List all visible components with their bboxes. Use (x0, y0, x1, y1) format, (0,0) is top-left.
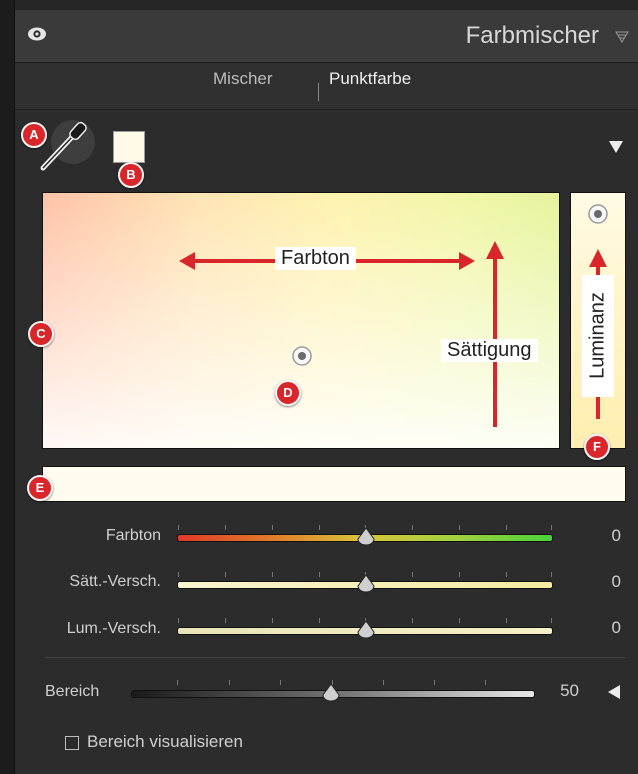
hue-value: 0 (611, 526, 621, 545)
target-point-handle[interactable] (291, 345, 313, 372)
color-mixer-panel: Farbmischer Mischer Punktfarbe A B Farbt… (14, 0, 638, 774)
tab-separator (318, 83, 319, 101)
saturation-shift-label: Sätt.-Versch. (69, 573, 161, 590)
section-divider (45, 657, 625, 658)
panel-title: Farbmischer (465, 22, 599, 49)
badge-c: C (28, 321, 54, 347)
luminance-annotation: Luminanz (586, 292, 609, 379)
luminance-annotation-box: Luminanz (582, 275, 614, 397)
luminance-handle[interactable] (587, 203, 609, 230)
visualize-range-label[interactable]: Bereich visualisieren (87, 732, 243, 752)
range-value: 50 (560, 681, 579, 700)
luminance-shift-value: 0 (611, 618, 621, 637)
range-expand-icon[interactable] (607, 684, 621, 705)
saturation-shift-value: 0 (611, 572, 621, 591)
eye-icon[interactable] (27, 26, 47, 47)
saturation-arrow (486, 241, 504, 427)
panel-header[interactable]: Farbmischer (15, 10, 638, 63)
badge-d: D (275, 380, 301, 406)
collapse-triangle-icon[interactable] (608, 140, 624, 159)
hue-slider-label: Farbton (105, 527, 161, 544)
tab-punktfarbe[interactable]: Punktfarbe (329, 69, 411, 89)
luminance-strip[interactable]: Luminanz (570, 192, 626, 449)
badge-a: A (21, 122, 47, 148)
badge-f: F (584, 434, 610, 460)
luminance-shift-thumb[interactable] (356, 620, 376, 645)
hue-slider-thumb[interactable] (356, 527, 376, 552)
badge-b: B (118, 162, 144, 188)
mode-tabs: Mischer Punktfarbe (15, 63, 638, 110)
saturation-annotation: Sättigung (441, 339, 538, 362)
visualize-range-checkbox[interactable] (65, 736, 79, 750)
range-label: Bereich (45, 683, 100, 700)
tab-mischer[interactable]: Mischer (213, 69, 273, 89)
saturation-shift-thumb[interactable] (356, 574, 376, 599)
picked-color-swatch (113, 131, 145, 163)
badge-e: E (27, 475, 53, 501)
hue-saturation-field[interactable]: Farbton Sättigung (42, 192, 560, 449)
triangle-menu-icon[interactable] (615, 30, 629, 49)
range-slider-thumb[interactable] (321, 683, 341, 708)
target-color-strip (42, 466, 626, 502)
hue-annotation: Farbton (275, 247, 356, 270)
luminance-shift-label: Lum.-Versch. (66, 620, 161, 637)
